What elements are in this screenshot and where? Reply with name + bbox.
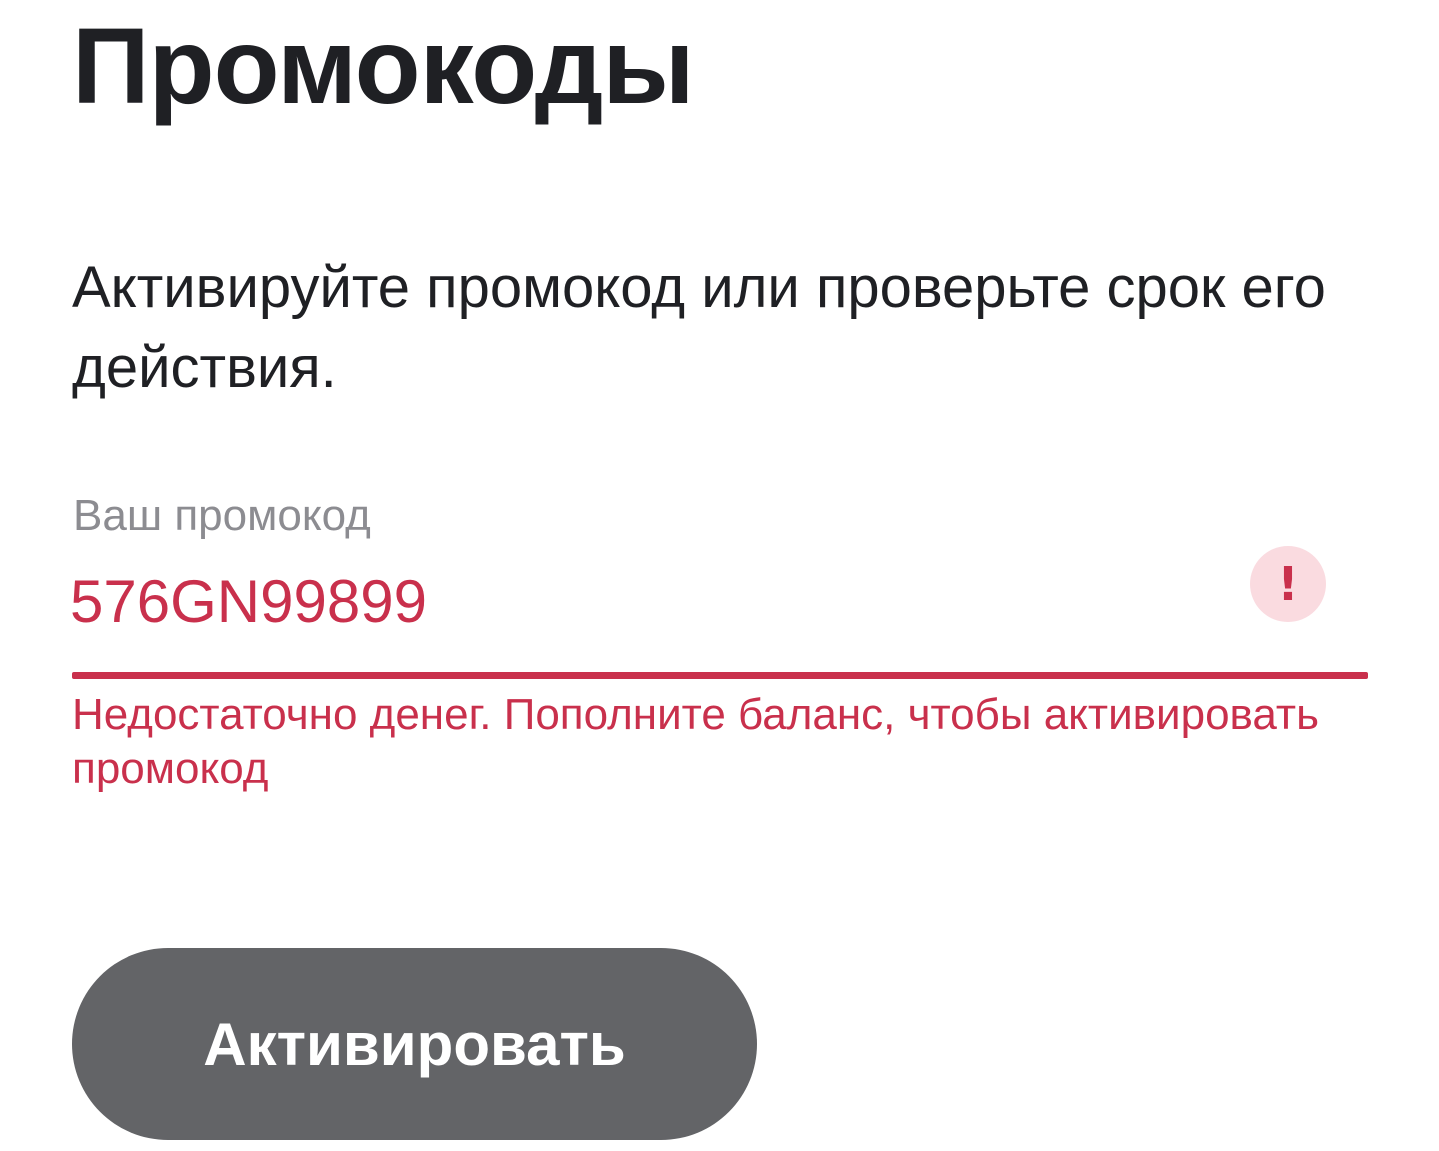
exclamation-icon: ! xyxy=(1250,546,1326,622)
promo-code-input[interactable] xyxy=(70,556,1210,646)
promo-code-label: Ваш промокод xyxy=(73,491,371,540)
error-message: Недостаточно денег. Пополните баланс, чт… xyxy=(72,690,1319,793)
page-description: Активируйте промокод или проверьте срок … xyxy=(72,255,1326,400)
promo-code-underline xyxy=(72,672,1368,679)
activate-button[interactable]: Активировать xyxy=(72,948,757,1140)
page-title: Промокоды xyxy=(72,5,695,126)
